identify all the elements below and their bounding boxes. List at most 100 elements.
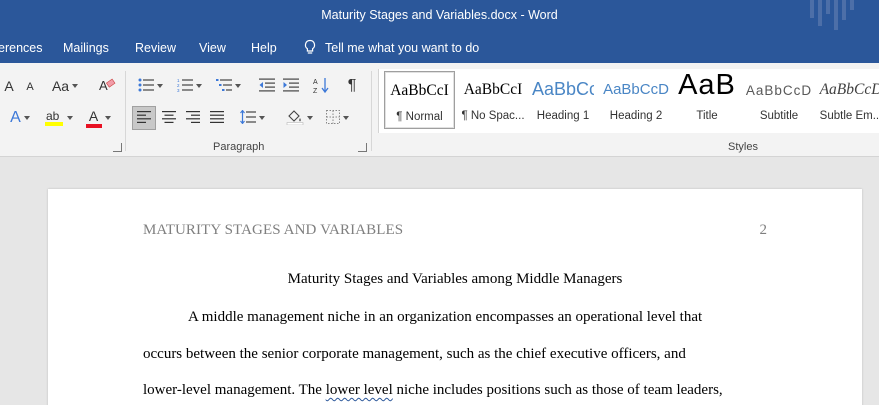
chevron-down-icon — [258, 116, 265, 120]
text-effects-button[interactable]: A — [4, 108, 36, 128]
body-text: lower-level management. The — [143, 382, 326, 398]
tell-me-box[interactable]: Tell me what you want to do — [303, 39, 479, 56]
document-title: Maturity Stages and Variables among Midd… — [287, 271, 623, 287]
align-center-icon — [162, 110, 176, 126]
window-title: Maturity Stages and Variables.docx - Wor… — [321, 8, 558, 22]
multilevel-list-button[interactable] — [212, 76, 244, 96]
chevron-down-icon — [23, 116, 30, 120]
chevron-down-icon — [66, 116, 73, 120]
shrink-font-label: A — [26, 81, 34, 93]
style-label: ¶ No Spac... — [461, 110, 525, 122]
align-center-button[interactable] — [158, 107, 180, 129]
title-bar-pattern — [810, 0, 814, 18]
text-effects-label: A — [10, 109, 21, 126]
increase-indent-button[interactable] — [280, 76, 302, 96]
styles-gallery: AaBbCcI ¶ Normal AaBbCcI ¶ No Spac... Aa… — [378, 69, 879, 133]
title-bar-pattern — [818, 0, 822, 26]
align-left-icon — [137, 110, 151, 126]
style-title[interactable]: AaB Title — [675, 69, 739, 129]
sort-button[interactable]: AZ — [311, 75, 333, 97]
document-page[interactable]: MATURITY STAGES AND VARIABLES 2 Maturity… — [48, 189, 862, 405]
tab-help[interactable]: Help — [251, 41, 277, 55]
title-bar-pattern — [826, 0, 830, 14]
style-subtitle[interactable]: AaBbCcD Subtitle — [744, 71, 814, 129]
borders-icon — [325, 109, 340, 127]
decrease-indent-button[interactable] — [256, 76, 278, 96]
style-label: Heading 1 — [536, 110, 590, 122]
font-color-label: A — [88, 107, 99, 124]
svg-text:3: 3 — [177, 88, 180, 92]
style-label: Heading 2 — [609, 110, 663, 122]
style-normal[interactable]: AaBbCcI ¶ Normal — [384, 71, 455, 129]
tab-review[interactable]: Review — [135, 41, 176, 55]
change-case-button[interactable]: Aa — [50, 76, 80, 96]
font-color-button[interactable]: A — [80, 107, 116, 129]
tell-me-label: Tell me what you want to do — [325, 40, 480, 55]
svg-text:A: A — [313, 79, 318, 86]
style-preview: AaBbCcD — [603, 81, 669, 98]
style-no-spacing[interactable]: AaBbCcI ¶ No Spac... — [457, 71, 529, 129]
line-spacing-button[interactable] — [236, 107, 268, 129]
svg-text:ab: ab — [46, 109, 60, 123]
title-bar: Maturity Stages and Variables.docx - Wor… — [0, 0, 879, 33]
chevron-down-icon — [234, 84, 241, 88]
style-heading-2[interactable]: AaBbCcD Heading 2 — [602, 71, 670, 129]
sort-icon: AZ — [313, 76, 331, 97]
chevron-down-icon — [156, 84, 163, 88]
chevron-down-icon — [72, 84, 79, 88]
group-separator — [125, 71, 126, 151]
numbering-button[interactable]: 123 — [173, 76, 205, 96]
svg-text:A: A — [99, 78, 108, 93]
chevron-down-icon — [306, 116, 313, 120]
style-label: Subtle Em... — [819, 110, 879, 122]
title-bar-pattern — [842, 0, 846, 20]
group-separator — [371, 71, 372, 151]
tab-references[interactable]: erences — [0, 41, 42, 55]
highlight-color-button[interactable]: ab — [40, 107, 76, 129]
grammar-flag[interactable]: lower level — [326, 382, 393, 398]
show-formatting-marks-button[interactable]: ¶ — [342, 75, 362, 97]
tab-mailings[interactable]: Mailings — [63, 41, 109, 55]
shrink-font-button[interactable]: A — [22, 79, 38, 95]
justify-icon — [210, 110, 224, 126]
paint-bucket-icon — [286, 109, 304, 128]
change-case-label: Aa — [51, 78, 70, 94]
style-preview: AaBbCcI — [463, 81, 523, 98]
align-right-button[interactable] — [182, 107, 204, 129]
pilcrow-icon: ¶ — [347, 77, 357, 94]
align-left-button[interactable] — [132, 106, 156, 130]
body-line-3: lower-level management. The lower level … — [143, 382, 723, 399]
multilevel-list-icon — [215, 78, 232, 95]
style-preview: AaBbCcD — [745, 83, 813, 98]
styles-group-label: Styles — [728, 141, 758, 153]
borders-button[interactable] — [320, 107, 354, 129]
svg-text:Z: Z — [313, 88, 318, 94]
line-spacing-icon — [239, 109, 256, 127]
style-subtle-emphasis[interactable]: AaBbCcD Subtle Em... — [819, 71, 879, 129]
body-text: niche includes positions such as those o… — [392, 382, 723, 398]
bullets-button[interactable] — [134, 76, 166, 96]
justify-button[interactable] — [206, 107, 228, 129]
align-right-icon — [186, 110, 200, 126]
font-dialog-launcher-icon[interactable] — [113, 143, 122, 152]
tab-view[interactable]: View — [199, 41, 226, 55]
style-preview: AaB — [678, 69, 736, 101]
increase-indent-icon — [283, 78, 299, 95]
paragraph-dialog-launcher-icon[interactable] — [358, 143, 367, 152]
style-preview: AaBbCcD — [819, 81, 879, 98]
lightbulb-icon — [303, 39, 317, 56]
decrease-indent-icon — [259, 78, 275, 95]
grow-font-button[interactable]: A — [2, 77, 16, 95]
running-head: MATURITY STAGES AND VARIABLES — [143, 222, 404, 238]
title-bar-pattern — [850, 0, 854, 10]
font-color-swatch — [85, 123, 102, 128]
style-label: Subtitle — [759, 110, 799, 122]
style-heading-1[interactable]: AaBbCc Heading 1 — [532, 71, 594, 129]
clear-formatting-button[interactable]: A — [96, 76, 118, 96]
bullet-list-icon — [138, 78, 154, 95]
page-number: 2 — [759, 222, 768, 238]
document-area[interactable]: MATURITY STAGES AND VARIABLES 2 Maturity… — [0, 158, 879, 405]
style-label: Title — [696, 110, 718, 122]
shading-button[interactable] — [282, 107, 316, 129]
grow-font-label: A — [4, 78, 14, 94]
